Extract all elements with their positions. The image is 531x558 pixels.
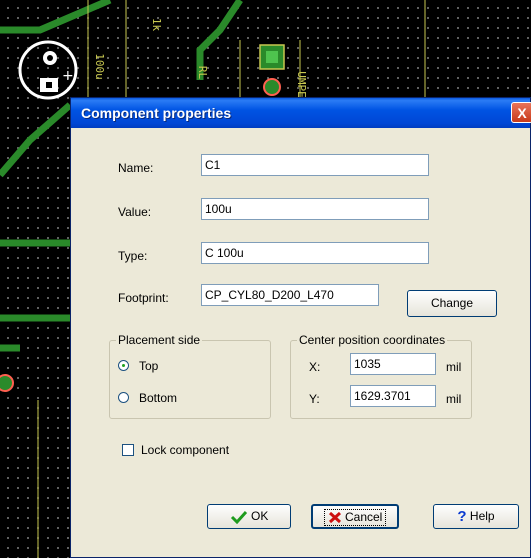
cancel-button[interactable]: Cancel <box>311 504 399 529</box>
lock-component-label: Lock component <box>141 443 230 457</box>
placement-top-option[interactable]: Top <box>118 357 238 375</box>
checkmark-icon <box>230 510 247 524</box>
lock-component-option[interactable]: Lock component <box>122 442 262 460</box>
change-button[interactable]: Change <box>407 290 497 317</box>
placement-bottom-label: Bottom <box>139 391 178 405</box>
center-position-group: Center position coordinates X: 1035 mil … <box>290 333 472 419</box>
y-unit-label: mil <box>446 392 462 406</box>
pcb-label-100u: 100u <box>92 53 106 80</box>
placement-top-radio[interactable] <box>118 360 129 371</box>
footprint-field[interactable]: CP_CYL80_D200_L470 <box>201 284 379 306</box>
help-label: Help <box>469 509 495 523</box>
footprint-label: Footprint: <box>118 291 169 305</box>
svg-text:+: + <box>62 68 74 84</box>
value-label: Value: <box>118 205 152 219</box>
cancel-x-icon <box>328 512 341 524</box>
type-field[interactable]: C 100u <box>201 242 429 264</box>
x-label: X: <box>309 360 321 374</box>
close-icon: X <box>517 105 527 121</box>
pcb-label-rl: RL <box>196 65 210 80</box>
pcb-label-umpe: UMPE <box>294 71 308 98</box>
ok-label: OK <box>251 509 269 523</box>
type-label: Type: <box>118 249 148 263</box>
lock-component-checkbox[interactable] <box>122 444 134 456</box>
x-unit-label: mil <box>446 360 462 374</box>
placement-side-title: Placement side <box>116 333 203 347</box>
placement-bottom-option[interactable]: Bottom <box>118 389 238 407</box>
y-label: Y: <box>309 392 320 406</box>
placement-bottom-radio[interactable] <box>118 392 129 403</box>
close-button[interactable]: X <box>511 102 531 123</box>
x-coordinate-field[interactable]: 1035 <box>350 353 436 375</box>
help-button[interactable]: ? Help <box>433 504 519 529</box>
pcb-label-1k: 1k <box>150 17 164 32</box>
component-properties-dialog: Component properties X Name: C1 Value: 1… <box>70 97 531 558</box>
question-icon: ? <box>457 508 467 526</box>
ok-button[interactable]: OK <box>207 504 291 529</box>
cancel-label: Cancel <box>344 510 383 524</box>
name-field[interactable]: C1 <box>201 154 429 176</box>
dialog-title: Component properties <box>81 105 232 121</box>
value-field[interactable]: 100u <box>201 198 429 220</box>
placement-top-label: Top <box>139 359 159 373</box>
name-label: Name: <box>118 161 154 175</box>
center-position-title: Center position coordinates <box>297 333 448 347</box>
y-coordinate-field[interactable]: 1629.3701 <box>350 385 436 407</box>
dialog-titlebar[interactable]: Component properties X <box>71 98 531 128</box>
placement-side-group: Placement side Top Bottom <box>109 333 271 419</box>
